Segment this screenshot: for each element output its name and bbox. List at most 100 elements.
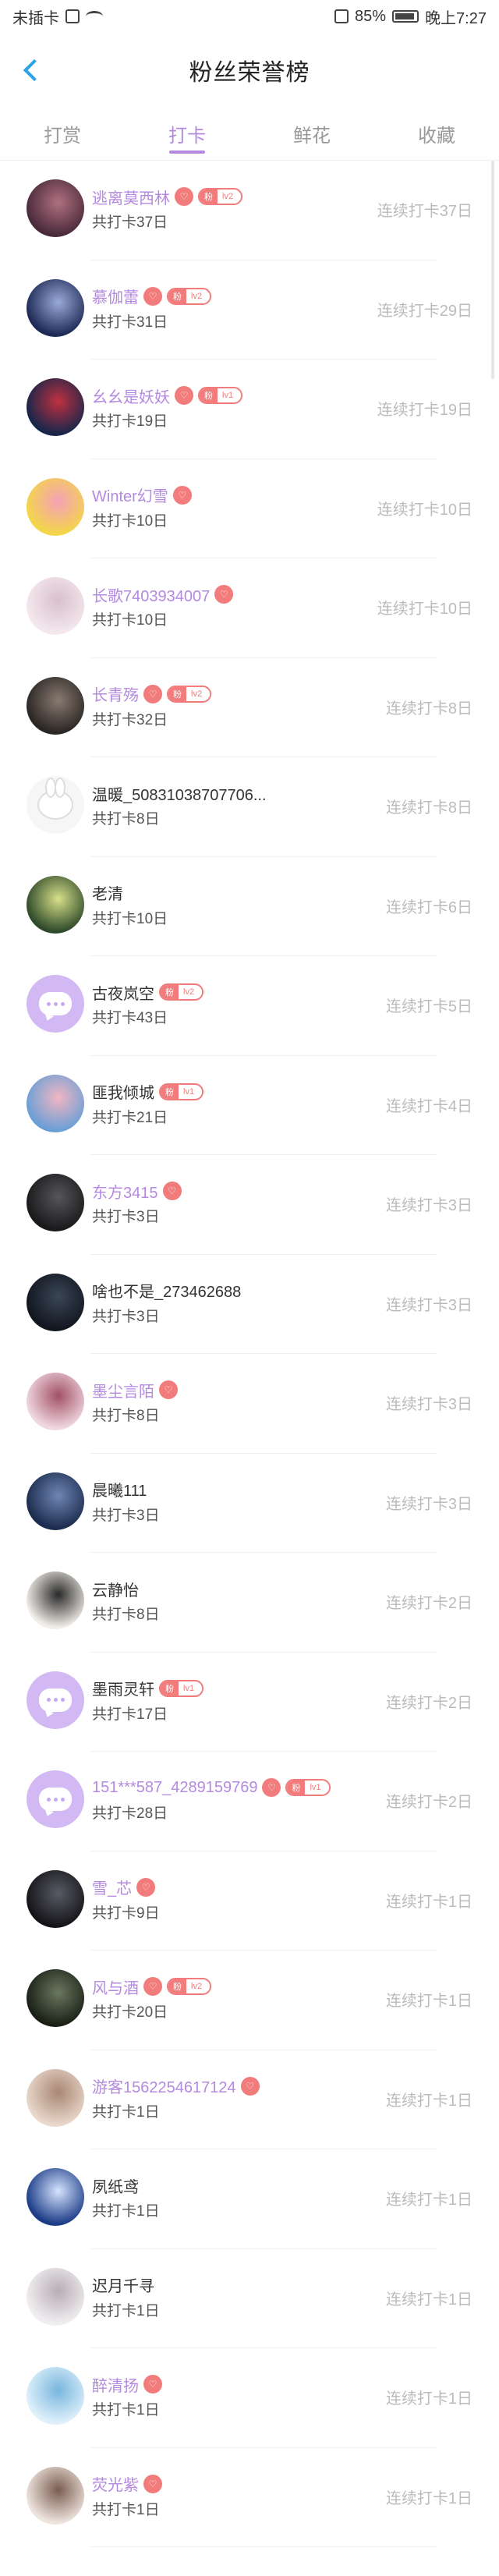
list-item[interactable]: 啥也不是_273462688 共打卡3日 连续打卡3日 [0,1255,499,1355]
list-item[interactable]: 荧光紫 ♡ 共打卡1日 连续打卡1日 [0,2448,499,2548]
nav-bar: 粉丝荣誉榜 [0,33,499,108]
total-checkins: 共打卡8日 [92,811,160,827]
streak-days: 连续打卡1日 [385,2192,472,2209]
user-name: 慕伽蕾 [92,289,139,306]
streak-days: 连续打卡6日 [385,898,472,916]
list-item[interactable]: 老清 共打卡10日 连续打卡6日 [0,857,499,957]
streak-days: 连续打卡1日 [385,1893,472,1911]
user-name: 迟月千寻 [92,2278,154,2295]
level-label: lv1 [179,1683,203,1693]
streak-days: 连续打卡2日 [385,1595,472,1612]
name-line: 东方3415 ♡ [92,1180,182,1202]
list-item[interactable]: 温暖_50831038707706... 共打卡8日 连续打卡8日 [0,757,499,857]
tab-favorites[interactable]: 收藏 [374,108,499,160]
avatar[interactable] [27,1074,84,1132]
tab-tip[interactable]: 打赏 [0,108,125,160]
total-checkins: 共打卡31日 [92,314,168,331]
avatar[interactable] [27,2367,84,2425]
battery-icon [392,10,419,23]
name-line: 啥也不是_273462688 [92,1280,241,1302]
list-item[interactable]: 游客1562254617124 ♡ 共打卡1日 连续打卡1日 [0,2050,499,2150]
avatar[interactable] [27,278,84,337]
fan-label: 粉 [161,1681,179,1695]
avatar[interactable] [27,975,84,1033]
fan-level-badge: 粉 lv2 [167,1978,212,1995]
status-left: 未插卡 [12,5,103,28]
avatar[interactable] [27,1969,84,2027]
avatar[interactable] [27,577,84,635]
carrier-label: 未插卡 [12,9,59,27]
avatar[interactable] [27,2068,84,2127]
heart-badge-icon: ♡ [162,1182,182,1200]
back-arrow-icon[interactable] [20,56,44,84]
total-checkins: 共打卡1日 [92,2203,160,2220]
avatar[interactable] [27,477,84,536]
list-item[interactable]: 东方3415 ♡ 共打卡3日 连续打卡3日 [0,1155,499,1255]
avatar[interactable] [27,1273,84,1331]
user-name: 游客1562254617124 [92,2079,236,2096]
streak-days: 连续打卡10日 [377,601,472,618]
list-item[interactable]: 墨尘言陌 ♡ 共打卡8日 连续打卡3日 [0,1354,499,1454]
total-checkins: 共打卡37日 [92,214,168,231]
total-checkins: 共打卡3日 [92,1209,160,1225]
list-item[interactable]: 云静怡 共打卡8日 连续打卡2日 [0,1553,499,1653]
avatar[interactable] [27,2267,84,2326]
list-item[interactable]: 醉清扬 ♡ 共打卡1日 连续打卡1日 [0,2348,499,2448]
total-checkins: 共打卡32日 [92,711,168,728]
streak-days: 连续打卡3日 [385,1296,472,1314]
avatar[interactable] [27,378,84,436]
streak-days: 连续打卡2日 [385,1794,472,1811]
list-item[interactable]: 慕伽蕾 ♡ 粉 lv2 共打卡31日 连续打卡29日 [0,260,499,360]
total-checkins: 共打卡10日 [92,512,168,530]
avatar[interactable] [27,1571,84,1629]
user-name: 老清 [92,886,123,903]
avatar[interactable] [27,1472,84,1530]
avatar[interactable] [27,676,84,735]
list-item[interactable]: 风与酒 ♡ 粉 lv2 共打卡20日 连续打卡1日 [0,1951,499,2050]
avatar[interactable] [27,2168,84,2226]
heart-badge-icon: ♡ [143,1977,162,1996]
level-label: lv2 [179,987,203,997]
list-item[interactable]: 长歌7403934007 ♡ 共打卡10日 连续打卡10日 [0,558,499,658]
name-line: 匪我倾城粉 lv1 [92,1081,204,1103]
list-item[interactable]: 151***587_4289159769 ♡ 粉 lv1 共打卡28日 连续打卡2日 [0,1752,499,1851]
streak-days: 连续打卡2日 [385,1694,472,1712]
user-name: 长歌7403934007 [92,587,211,605]
chat-bubble-icon [39,1688,72,1712]
avatar[interactable] [27,2466,84,2525]
user-name: 151***587_4289159769 [92,1778,258,1796]
user-name: 温暖_50831038707706... [92,786,267,804]
tab-checkin[interactable]: 打卡 [125,108,250,160]
list-item[interactable]: 幺幺是妖妖 ♡ 粉 lv1 共打卡19日 连续打卡19日 [0,360,499,459]
avatar[interactable] [27,1373,84,1430]
list-item[interactable]: 晨曦111 共打卡3日 连续打卡3日 [0,1454,499,1554]
list-item[interactable]: 雪_芯 ♡ 共打卡9日 连续打卡1日 [0,1851,499,1951]
user-name: 逃离莫西林 [92,190,170,207]
avatar[interactable] [27,1174,84,1231]
avatar[interactable] [27,1770,84,1828]
list-item[interactable]: 古夜岚空粉 lv2 共打卡43日 连续打卡5日 [0,956,499,1056]
avatar[interactable] [27,179,84,237]
user-name: 东方3415 [92,1184,158,1202]
list-item[interactable]: 墨雨灵轩粉 lv1 共打卡17日 连续打卡2日 [0,1653,499,1752]
scrollbar[interactable] [491,161,494,379]
list-item[interactable]: Winter幻雪 ♡ 共打卡10日 连续打卡10日 [0,459,499,559]
user-name: 古夜岚空 [92,985,154,1003]
avatar[interactable] [27,1869,84,1928]
total-checkins: 共打卡8日 [92,1408,160,1424]
name-line: 151***587_4289159769 ♡ 粉 lv1 [92,1777,331,1798]
list-item[interactable]: 匪我倾城粉 lv1 共打卡21日 连续打卡4日 [0,1056,499,1156]
total-checkins: 共打卡9日 [92,1905,160,1922]
list-item[interactable]: 长青殇 ♡ 粉 lv2 共打卡32日 连续打卡8日 [0,658,499,758]
clock: 晚上7:27 [425,9,487,27]
avatar[interactable] [27,776,84,834]
list-item[interactable]: 夙纸鸢 共打卡1日 连续打卡1日 [0,2149,499,2249]
avatar[interactable] [27,1671,84,1729]
tab-flowers[interactable]: 鲜花 [250,108,374,160]
list-item[interactable]: 迟月千寻 共打卡1日 连续打卡1日 [0,2249,499,2349]
list-item[interactable]: 逃离莫西林 ♡ 粉 lv2 共打卡37日 连续打卡37日 [0,161,499,260]
heart-badge-icon: ♡ [175,187,193,206]
avatar[interactable] [27,875,84,934]
heart-badge-icon: ♡ [262,1778,281,1797]
fan-label: 粉 [161,985,179,999]
